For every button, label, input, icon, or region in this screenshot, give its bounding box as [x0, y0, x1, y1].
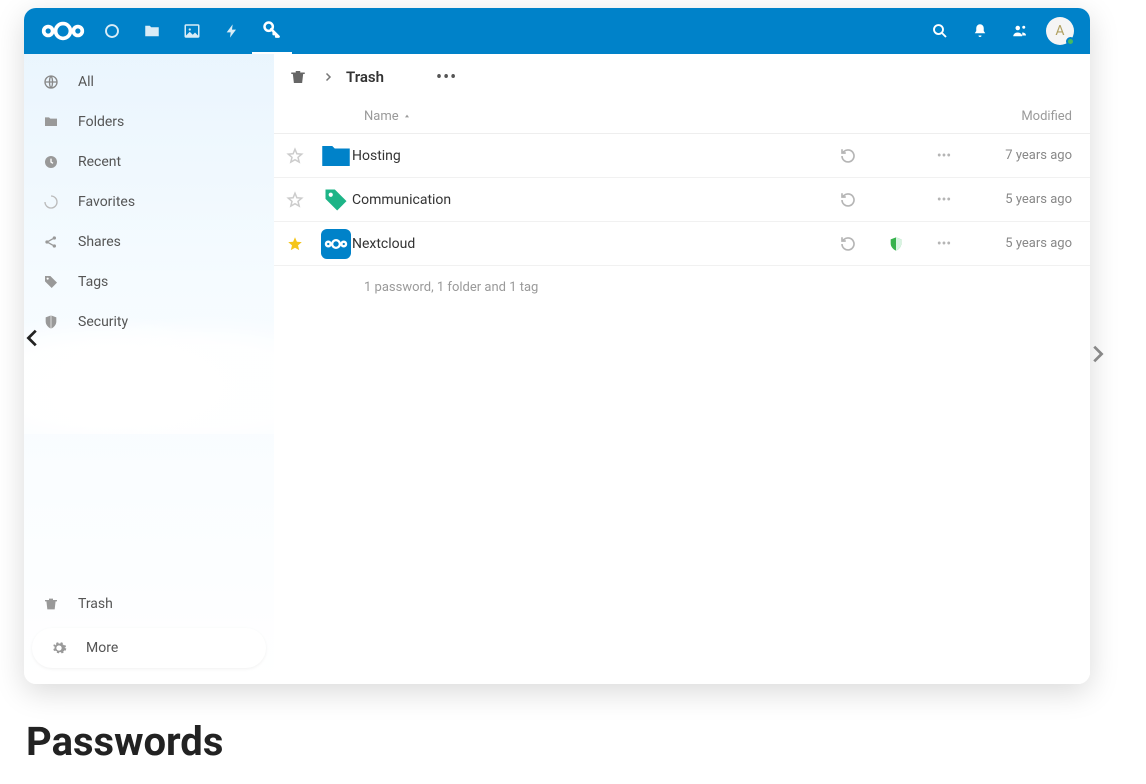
share-icon [42, 233, 60, 251]
favorite-toggle[interactable] [286, 235, 320, 253]
table-row[interactable]: Nextcloud ••• 5 years ago [274, 222, 1090, 266]
spinner-icon [42, 193, 60, 211]
gear-icon [50, 639, 68, 657]
app-switcher [92, 8, 292, 54]
status-dot-icon [1066, 37, 1075, 46]
sidebar-item-label: Folders [78, 114, 124, 130]
item-modified: 7 years ago [968, 148, 1078, 163]
restore-button[interactable] [824, 235, 872, 253]
list-summary: 1 password, 1 folder and 1 tag [274, 266, 1090, 295]
sidebar-item-favorites[interactable]: Favorites [24, 182, 274, 222]
restore-button[interactable] [824, 147, 872, 165]
body-area: All Folders Recent Favorites Shares [24, 54, 1090, 684]
trash-icon [42, 595, 60, 613]
restore-button[interactable] [824, 191, 872, 209]
user-avatar[interactable]: A [1040, 8, 1080, 54]
search-icon[interactable] [920, 8, 960, 54]
sidebar-item-trash[interactable]: Trash [24, 584, 274, 624]
globe-icon [42, 73, 60, 91]
sidebar-item-label: Recent [78, 154, 121, 170]
favorite-toggle[interactable] [286, 147, 320, 165]
sidebar-item-label: Tags [78, 274, 108, 290]
sidebar-item-label: Shares [78, 234, 121, 250]
column-header-name[interactable]: Name [364, 109, 824, 124]
column-header-modified[interactable]: Modified [968, 109, 1078, 124]
favorite-toggle[interactable] [286, 191, 320, 209]
tag-icon [42, 273, 60, 291]
carousel-prev-button[interactable] [18, 323, 48, 353]
files-app-icon[interactable] [132, 8, 172, 54]
item-name: Communication [352, 192, 824, 208]
sidebar-item-label: All [78, 74, 94, 90]
item-modified: 5 years ago [968, 192, 1078, 207]
topbar: A [24, 8, 1090, 54]
item-modified: 5 years ago [968, 236, 1078, 251]
item-name: Nextcloud [352, 236, 824, 252]
sidebar-item-shares[interactable]: Shares [24, 222, 274, 262]
breadcrumb: Trash ••• [274, 54, 1090, 100]
sidebar-item-all[interactable]: All [24, 62, 274, 102]
table-row[interactable]: Communication ••• 5 years ago [274, 178, 1090, 222]
page-heading: Passwords [26, 718, 223, 765]
sidebar-item-label: Favorites [78, 194, 135, 210]
notifications-icon[interactable] [960, 8, 1000, 54]
sidebar: All Folders Recent Favorites Shares [24, 54, 274, 684]
sidebar-item-label: More [86, 640, 118, 656]
breadcrumb-title[interactable]: Trash [346, 68, 384, 86]
sidebar-item-label: Security [78, 314, 128, 330]
nextcloud-logo[interactable] [34, 19, 92, 43]
table-row[interactable]: Hosting ••• 7 years ago [274, 134, 1090, 178]
clock-icon [42, 153, 60, 171]
sidebar-item-more[interactable]: More [32, 628, 266, 668]
sidebar-item-folders[interactable]: Folders [24, 102, 274, 142]
avatar-initial: A [1055, 23, 1064, 39]
sidebar-item-tags[interactable]: Tags [24, 262, 274, 302]
sidebar-item-security[interactable]: Security [24, 302, 274, 342]
app-window: A All Folders Recent [24, 8, 1090, 684]
photos-app-icon[interactable] [172, 8, 212, 54]
chevron-right-icon [322, 71, 334, 83]
password-thumb-icon [320, 228, 352, 260]
item-name: Hosting [352, 148, 824, 164]
folder-thumb-icon [320, 140, 352, 172]
breadcrumb-trash-icon[interactable] [286, 65, 310, 89]
sort-asc-icon [403, 113, 411, 121]
breadcrumb-more-button[interactable]: ••• [436, 67, 457, 88]
main-panel: Trash ••• Name Modified Hosting [274, 54, 1090, 684]
row-more-button[interactable]: ••• [920, 148, 968, 164]
activity-app-icon[interactable] [212, 8, 252, 54]
row-more-button[interactable]: ••• [920, 236, 968, 252]
row-more-button[interactable]: ••• [920, 192, 968, 208]
sidebar-item-recent[interactable]: Recent [24, 142, 274, 182]
tag-thumb-icon [320, 184, 352, 216]
sidebar-item-label: Trash [78, 596, 113, 612]
dashboard-app-icon[interactable] [92, 8, 132, 54]
carousel-next-button[interactable] [1082, 339, 1112, 369]
folder-icon [42, 113, 60, 131]
table-header: Name Modified [274, 100, 1090, 134]
contacts-icon[interactable] [1000, 8, 1040, 54]
passwords-app-icon[interactable] [252, 8, 292, 54]
security-status-icon[interactable] [872, 236, 920, 252]
